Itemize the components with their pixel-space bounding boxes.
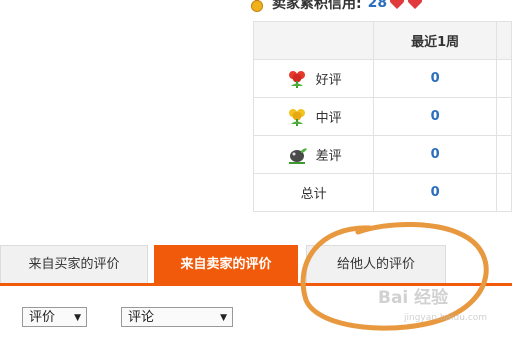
table-row: 好评 0: [252, 59, 512, 98]
rating-bad-count[interactable]: 0: [373, 135, 498, 174]
stats-header-empty: [252, 21, 375, 60]
watermark: Bai 经验 jingyan.baidu.com: [378, 283, 508, 331]
stats-header-row: 最近1周: [252, 21, 512, 60]
tab-to-others[interactable]: 给他人的评价: [306, 245, 446, 283]
review-tabs: 来自买家的评价 来自卖家的评价 给他人的评价: [0, 245, 512, 286]
comment-filter-value: 评论: [128, 310, 155, 325]
heart-icon: [390, 0, 405, 9]
stats-header-week: 最近1周: [373, 21, 498, 60]
rating-filter-select[interactable]: 评价 ▼: [22, 307, 87, 327]
heart-icon: [408, 0, 423, 9]
rating-neutral-count[interactable]: 0: [373, 97, 498, 136]
yellow-flower-icon: [288, 108, 305, 126]
dropdown-arrow-icon: ▼: [220, 313, 227, 323]
table-row: 差评 0: [252, 135, 512, 174]
table-row: 总计 0: [252, 173, 512, 212]
rating-good-label: 好评: [315, 73, 342, 88]
watermark-text: Bai 经验: [378, 288, 449, 308]
rating-neutral-cell: 中评: [252, 97, 375, 136]
rating-filter-value: 评价: [29, 310, 56, 325]
tab-from-buyers[interactable]: 来自买家的评价: [0, 245, 148, 283]
rating-good-count[interactable]: 0: [373, 59, 498, 98]
rating-neutral-label: 中评: [315, 111, 342, 126]
credit-label: 卖家累积信用:: [272, 0, 362, 12]
rating-bad-cell: 差评: [252, 135, 375, 174]
red-flower-icon: [288, 70, 305, 88]
rating-total-count[interactable]: 0: [373, 173, 498, 212]
rating-good-cell: 好评: [252, 59, 375, 98]
stats-header-tail: [496, 21, 512, 60]
table-row: 中评 0: [252, 97, 512, 136]
seller-credit-line: 卖家累积信用: 28: [248, 0, 423, 15]
watermark-sub: jingyan.baidu.com: [404, 313, 488, 323]
comment-filter-select[interactable]: 评论 ▼: [121, 307, 233, 327]
rating-stats-table: 最近1周 好评 0 中评 0 差评 0 总计 0: [252, 21, 512, 212]
credit-score[interactable]: 28: [368, 0, 387, 11]
medal-icon: [251, 0, 263, 12]
tab-from-sellers[interactable]: 来自卖家的评价: [154, 245, 298, 283]
rating-bad-label: 差评: [315, 149, 342, 164]
dark-plant-icon: [288, 147, 307, 164]
dropdown-arrow-icon: ▼: [74, 313, 81, 323]
rating-total-label: 总计: [252, 173, 375, 212]
